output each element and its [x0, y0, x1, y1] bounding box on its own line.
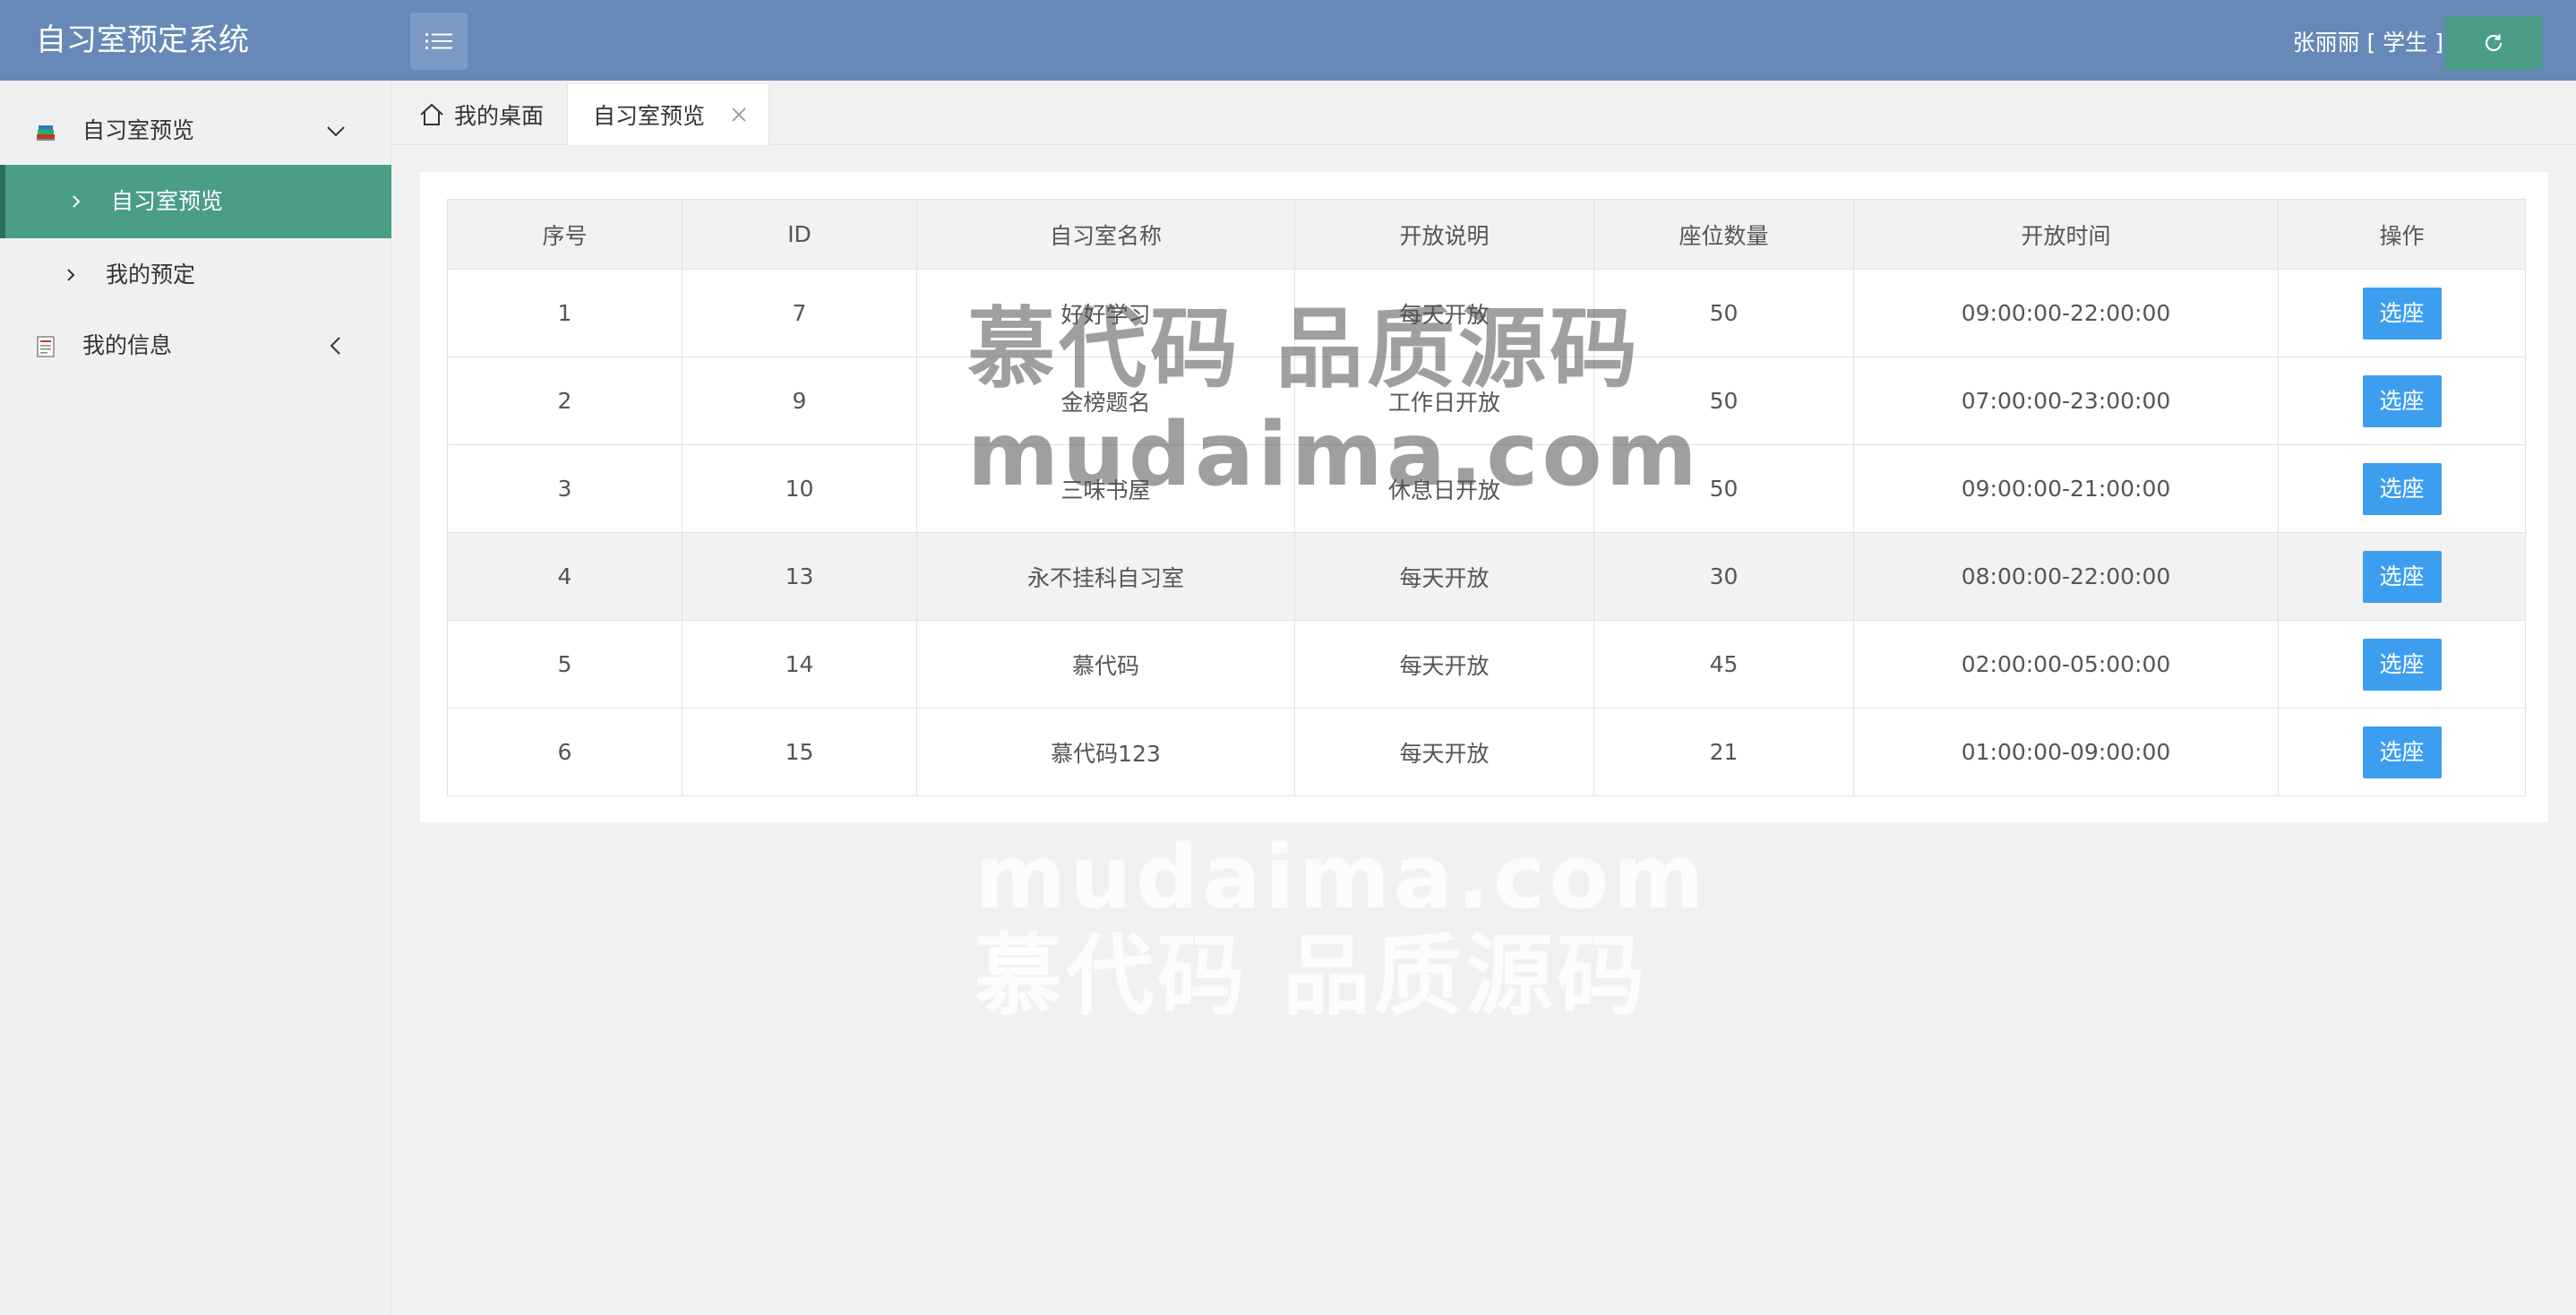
select-seat-button[interactable]: 选座: [2362, 638, 2442, 691]
sidebar-group-label: 自习室预览: [82, 117, 195, 143]
cell-action: 选座: [2278, 708, 2526, 796]
close-icon[interactable]: [730, 106, 748, 124]
chevron-left-icon: [330, 337, 340, 355]
cell-id: 15: [682, 708, 917, 796]
books-icon: [37, 125, 55, 141]
list-icon: [425, 33, 452, 49]
column-header: ID: [682, 199, 917, 270]
select-seat-button[interactable]: 选座: [2362, 550, 2442, 603]
tab-bar: 我的桌面 自习室预览: [391, 81, 2576, 145]
top-header: 自习室预定系统 张丽丽 [ 学生 ]: [0, 0, 2576, 81]
cell-name: 永不挂科自习室: [916, 532, 1295, 621]
cell-time: 09:00:00-22:00:00: [1853, 269, 2279, 357]
cell-name: 慕代码123: [916, 708, 1295, 796]
table-row: 4 13 永不挂科自习室 每天开放 30 08:00:00-22:00:00 选…: [447, 532, 2526, 621]
cell-seats: 45: [1593, 620, 1854, 709]
table-row: 1 7 好好学习 每天开放 50 09:00:00-22:00:00 选座: [447, 269, 2526, 357]
cell-action: 选座: [2278, 532, 2526, 621]
cell-action: 选座: [2278, 357, 2526, 445]
cell-id: 14: [682, 620, 917, 709]
menu-toggle-button[interactable]: [410, 13, 468, 70]
cell-action: 选座: [2278, 444, 2526, 533]
tab-label: 自习室预览: [593, 103, 706, 129]
cell-no: 6: [447, 708, 683, 796]
watermark-text: 慕代码 品质源码: [975, 925, 1649, 1027]
cell-desc: 工作日开放: [1294, 357, 1594, 445]
cell-no: 5: [447, 620, 683, 709]
cell-time: 07:00:00-23:00:00: [1853, 357, 2279, 445]
column-header: 开放时间: [1853, 199, 2279, 270]
cell-time: 09:00:00-21:00:00: [1853, 444, 2279, 533]
select-seat-button[interactable]: 选座: [2362, 462, 2442, 515]
select-seat-button[interactable]: 选座: [2362, 374, 2442, 427]
refresh-icon: [2485, 34, 2503, 52]
content-card: 序号 ID 自习室名称 开放说明 座位数量 开放时间 操作 1 7 好好学习 每…: [420, 172, 2548, 822]
cell-seats: 50: [1593, 269, 1854, 357]
sidebar-item-label: 自习室预览: [111, 188, 224, 214]
cell-desc: 每天开放: [1294, 708, 1594, 796]
cell-desc: 每天开放: [1294, 620, 1594, 709]
chevron-down-icon: [327, 126, 345, 137]
cell-action: 选座: [2278, 620, 2526, 709]
column-header: 自习室名称: [916, 199, 1295, 270]
chevron-right-icon: [67, 269, 75, 281]
cell-seats: 50: [1593, 444, 1854, 533]
sidebar-item-label: 我的预定: [106, 262, 196, 288]
cell-desc: 每天开放: [1294, 532, 1594, 621]
cell-seats: 21: [1593, 708, 1854, 796]
cell-id: 13: [682, 532, 917, 621]
table-header-row: 序号 ID 自习室名称 开放说明 座位数量 开放时间 操作: [447, 199, 2526, 270]
cell-name: 慕代码: [916, 620, 1295, 709]
app-title: 自习室预定系统: [36, 22, 249, 58]
cell-no: 4: [447, 532, 683, 621]
column-header: 座位数量: [1593, 199, 1854, 270]
column-header: 操作: [2278, 199, 2526, 270]
cell-desc: 休息日开放: [1294, 444, 1594, 533]
watermark-text: mudaima.com: [975, 827, 1708, 929]
tab-room-preview[interactable]: 自习室预览: [567, 84, 769, 145]
cell-desc: 每天开放: [1294, 269, 1594, 357]
tab-my-desktop[interactable]: 我的桌面: [418, 84, 544, 145]
table-row: 3 10 三味书屋 休息日开放 50 09:00:00-21:00:00 选座: [447, 444, 2526, 533]
cell-time: 08:00:00-22:00:00: [1853, 532, 2279, 621]
cell-id: 9: [682, 357, 917, 445]
document-icon: [37, 336, 55, 357]
cell-name: 好好学习: [916, 269, 1295, 357]
cell-id: 10: [682, 444, 917, 533]
sidebar-item-room-preview[interactable]: 自习室预览: [0, 165, 391, 238]
select-seat-button[interactable]: 选座: [2362, 287, 2442, 339]
home-icon: [420, 103, 443, 125]
table-row: 6 15 慕代码123 每天开放 21 01:00:00-09:00:00 选座: [447, 708, 2526, 796]
cell-seats: 50: [1593, 357, 1854, 445]
rooms-table: 序号 ID 自习室名称 开放说明 座位数量 开放时间 操作 1 7 好好学习 每…: [447, 199, 2526, 796]
cell-name: 三味书屋: [916, 444, 1295, 533]
chevron-right-icon: [73, 195, 81, 208]
cell-action: 选座: [2278, 269, 2526, 357]
cell-no: 2: [447, 357, 683, 445]
cell-time: 02:00:00-05:00:00: [1853, 620, 2279, 709]
cell-name: 金榜题名: [916, 357, 1295, 445]
cell-time: 01:00:00-09:00:00: [1853, 708, 2279, 796]
sidebar-group-room-preview[interactable]: 自习室预览: [0, 95, 391, 167]
column-header: 开放说明: [1294, 199, 1594, 270]
table-row: 2 9 金榜题名 工作日开放 50 07:00:00-23:00:00 选座: [447, 357, 2526, 445]
sidebar: 自习室预览 自习室预览 我的预定 我的信息: [0, 81, 391, 1315]
column-header: 序号: [447, 199, 683, 270]
tab-label: 我的桌面: [454, 103, 545, 129]
table-row: 5 14 慕代码 每天开放 45 02:00:00-05:00:00 选座: [447, 620, 2526, 709]
cell-seats: 30: [1593, 532, 1854, 621]
cell-no: 1: [447, 269, 683, 357]
cell-id: 7: [682, 269, 917, 357]
sidebar-group-label: 我的信息: [82, 332, 173, 358]
refresh-button[interactable]: [2445, 16, 2542, 70]
sidebar-item-my-bookings[interactable]: 我的预定: [0, 238, 391, 312]
select-seat-button[interactable]: 选座: [2362, 726, 2442, 778]
user-name: 张丽丽 [ 学生 ]: [2292, 30, 2443, 56]
sidebar-group-my-info[interactable]: 我的信息: [0, 310, 391, 382]
cell-no: 3: [447, 444, 683, 533]
